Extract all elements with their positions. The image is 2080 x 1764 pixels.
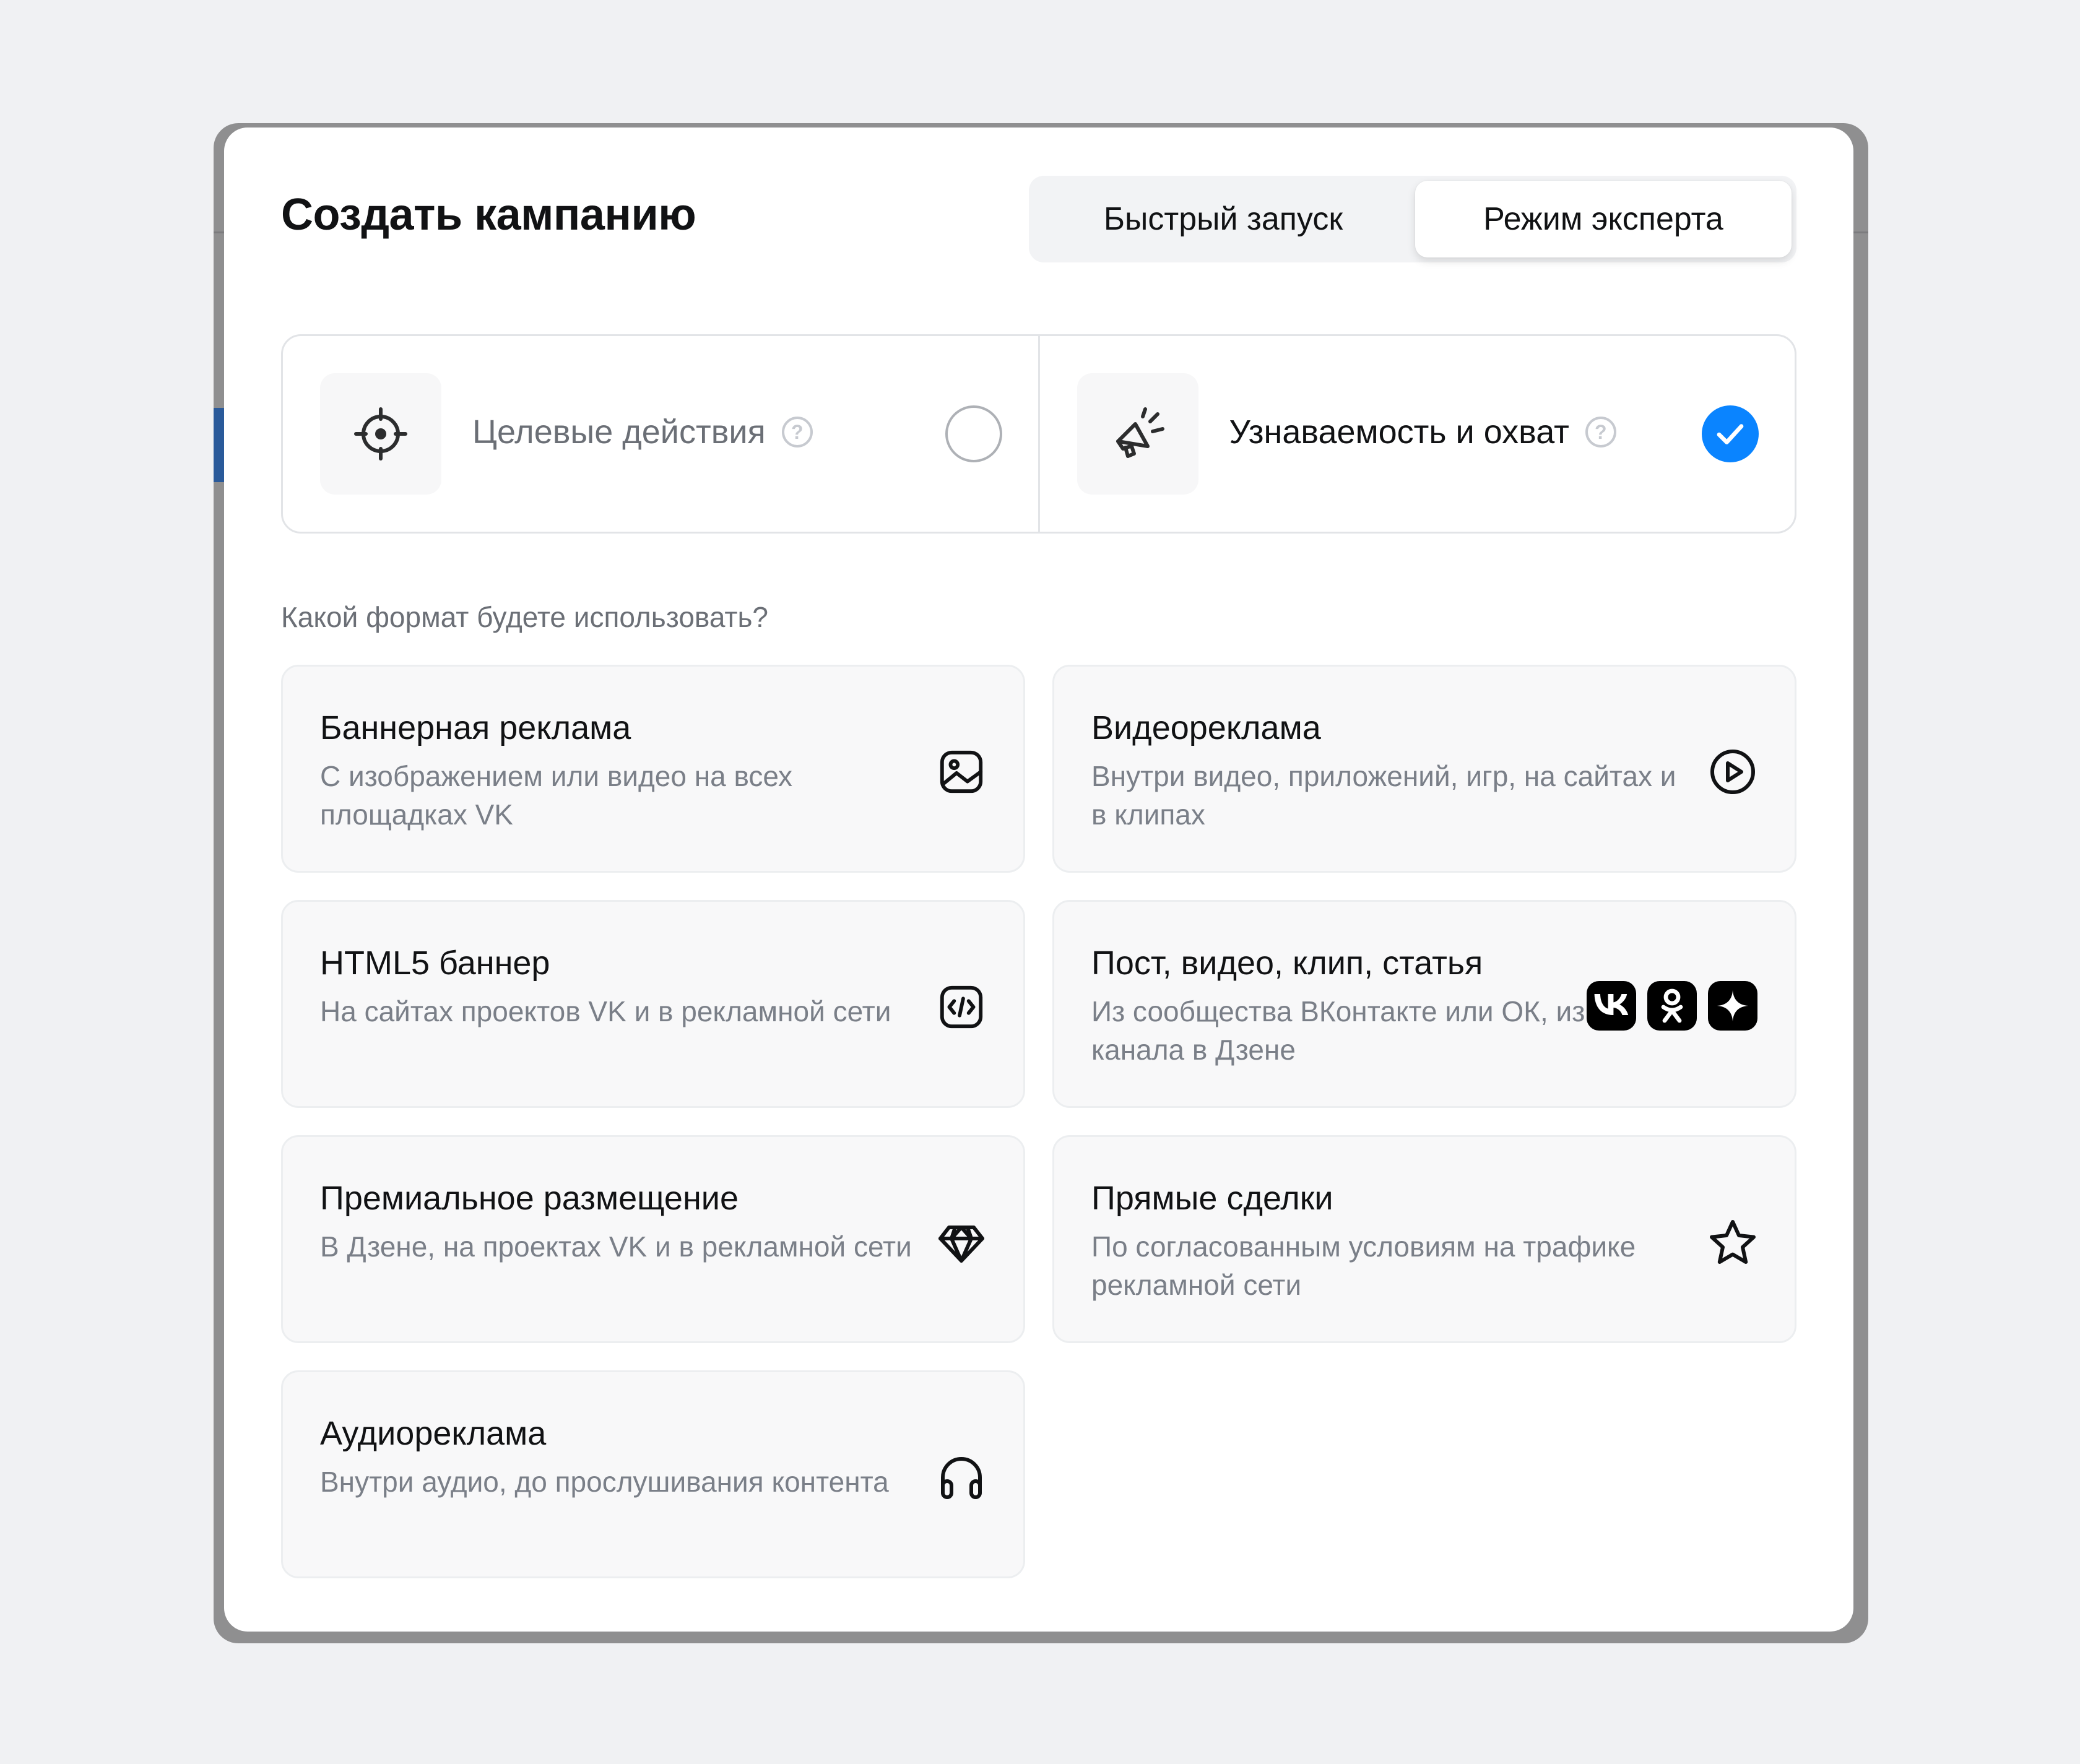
help-icon[interactable]: ? [1585, 417, 1616, 447]
ok-icon [1647, 981, 1697, 1031]
goal-selector: Целевые действия ? Узнаваемость и охват … [281, 334, 1796, 534]
card-title: HTML5 баннер [320, 945, 550, 982]
card-title: Премиальное размещение [320, 1180, 739, 1217]
card-description: Внутри аудио, до прослушивания контента [320, 1466, 889, 1498]
format-card-video[interactable]: Видеореклама Внутри видео, приложений, и… [1052, 665, 1796, 873]
create-campaign-modal: Создать кампанию Быстрый запуск Режим эк… [224, 128, 1853, 1632]
goal-label-text: Узнаваемость и охват [1229, 413, 1569, 451]
diamond-icon [937, 1217, 986, 1267]
headphones-icon [937, 1453, 986, 1502]
check-icon [1717, 424, 1744, 444]
format-card-audio[interactable]: Аудиореклама Внутри аудио, до прослушива… [281, 1370, 1025, 1578]
radio-unchecked[interactable] [945, 405, 1002, 462]
code-icon [937, 982, 986, 1032]
card-title: Видеореклама [1091, 709, 1321, 746]
tab-quick-launch[interactable]: Быстрый запуск [1034, 181, 1413, 257]
goal-label: Целевые действия ? [472, 413, 813, 451]
format-card-premium[interactable]: Премиальное размещение В Дзене, на проек… [281, 1135, 1025, 1343]
goal-awareness-reach[interactable]: Узнаваемость и охват ? [1038, 336, 1795, 532]
goal-target-actions[interactable]: Целевые действия ? [283, 336, 1038, 532]
goal-label-text: Целевые действия [472, 413, 766, 451]
card-title: Баннерная реклама [320, 709, 631, 746]
format-card-banner[interactable]: Баннерная реклама С изображением или вид… [281, 665, 1025, 873]
play-icon [1708, 747, 1757, 797]
vk-icon [1587, 981, 1636, 1031]
format-card-direct-deals[interactable]: Прямые сделки По согласованным условиям … [1052, 1135, 1796, 1343]
radio-checked[interactable] [1702, 405, 1759, 462]
image-icon [937, 747, 986, 797]
modal-title: Создать кампанию [281, 190, 696, 240]
card-title: Прямые сделки [1091, 1180, 1333, 1217]
format-question: Какой формат будете использовать? [281, 601, 769, 633]
card-description: В Дзене, на проектах VK и в рекламной се… [320, 1230, 912, 1263]
goal-label: Узнаваемость и охват ? [1229, 413, 1616, 451]
help-icon[interactable]: ? [781, 417, 813, 447]
megaphone-icon [1077, 373, 1198, 495]
star-icon [1708, 1217, 1757, 1267]
mode-switch: Быстрый запуск Режим эксперта [1029, 176, 1796, 262]
card-title: Аудиореклама [320, 1415, 547, 1452]
card-title: Пост, видео, клип, статья [1091, 945, 1483, 982]
format-card-html5[interactable]: HTML5 баннер На сайтах проектов VK и в р… [281, 900, 1025, 1108]
card-description: С изображением или видео на всех площадк… [320, 760, 792, 831]
tab-expert-mode[interactable]: Режим эксперта [1415, 181, 1792, 257]
card-description: На сайтах проектов VK и в рекламной сети [320, 995, 891, 1027]
dzen-icon [1708, 981, 1757, 1031]
card-description: По согласованным условиям на трафике рек… [1091, 1230, 1636, 1301]
target-icon [320, 373, 441, 495]
format-card-post[interactable]: Пост, видео, клип, статья Из сообщества … [1052, 900, 1796, 1108]
card-description: Внутри видео, приложений, игр, на сайтах… [1091, 760, 1676, 831]
platform-icons [1587, 981, 1757, 1031]
